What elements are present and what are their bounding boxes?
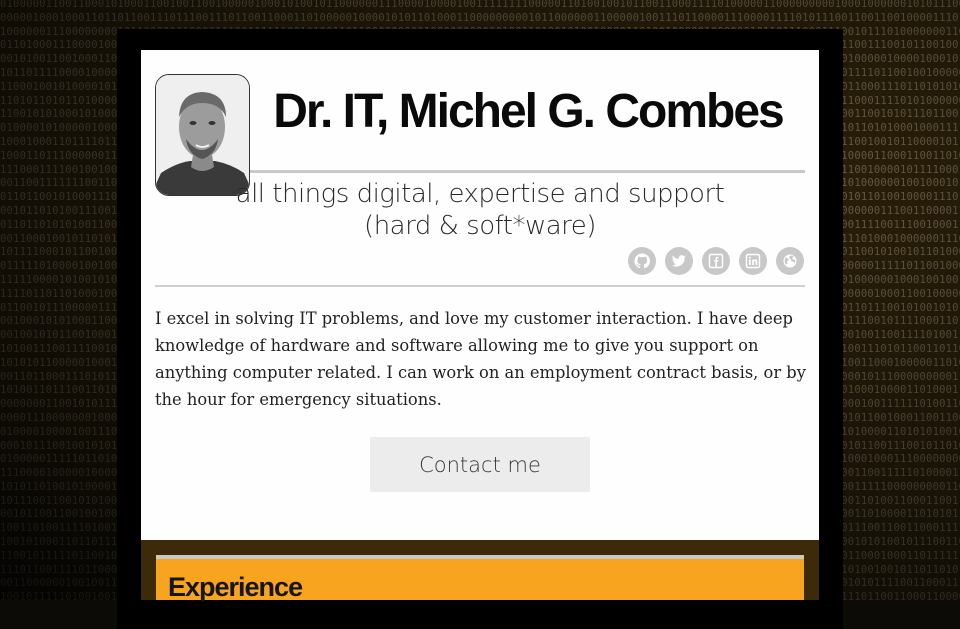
tagline-line-2: (hard & soft*ware) [364,211,596,241]
bio-text: I excel in solving IT problems, and love… [155,309,806,409]
portrait-image [156,75,249,195]
twitter-icon [671,255,686,267]
globe-icon [783,254,797,268]
page-title: Dr. IT, Michel G. Combes [273,85,784,138]
linkedin-icon [745,253,761,269]
twitter-link[interactable] [665,247,693,275]
website-link[interactable] [776,247,804,275]
github-link[interactable] [628,247,656,275]
title-divider [250,170,805,173]
tagline-line-1: all things digital, expertise and suppor… [235,179,725,209]
social-links [628,247,804,275]
linkedin-link[interactable] [739,247,767,275]
tagline: all things digital, expertise and suppor… [155,178,805,242]
contact-button[interactable]: Contact me [370,437,590,492]
facebook-icon [708,253,724,269]
experience-heading: Experience [168,572,303,602]
facebook-link[interactable] [702,247,730,275]
bio-divider [155,285,805,287]
github-icon [634,253,650,269]
